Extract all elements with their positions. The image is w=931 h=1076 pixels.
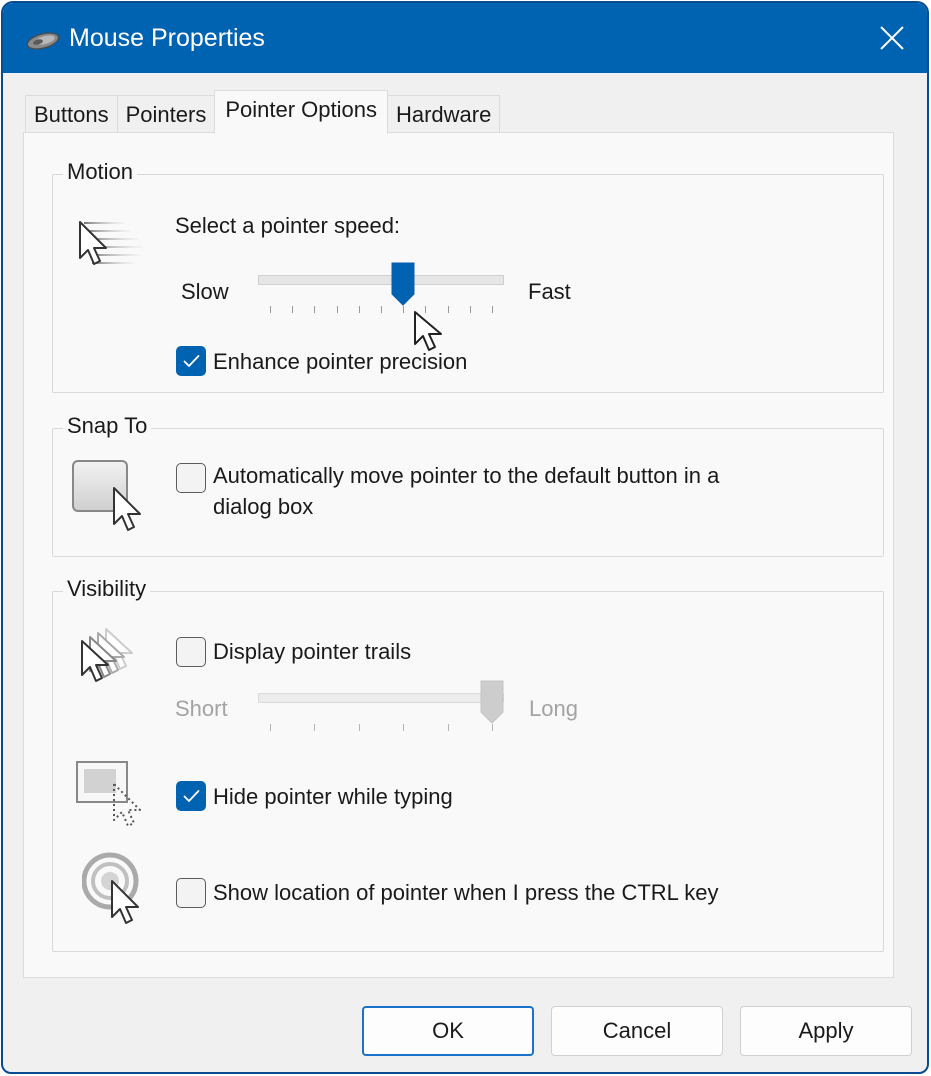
slider-tick xyxy=(492,306,493,313)
slider-thumb[interactable] xyxy=(480,680,504,724)
snap-to-default-label-line2[interactable]: dialog box xyxy=(213,494,313,520)
tab-hardware[interactable]: Hardware xyxy=(386,95,501,133)
motion-group-label: Motion xyxy=(63,159,138,185)
slider-tick xyxy=(358,724,360,731)
window-title: Mouse Properties xyxy=(69,24,265,52)
pointer-speed-slider[interactable] xyxy=(258,262,504,322)
apply-button[interactable]: Apply xyxy=(740,1006,912,1056)
slider-tick xyxy=(447,306,449,313)
pointer-trails-icon xyxy=(81,628,133,682)
slider-tick xyxy=(381,306,382,313)
hide-while-typing-checkbox[interactable] xyxy=(176,781,206,811)
snap-to-default-label-line1[interactable]: Automatically move pointer to the defaul… xyxy=(213,463,719,489)
pointer-trails-track xyxy=(258,693,504,703)
pointer-trails-slider[interactable] xyxy=(258,680,504,740)
enhance-precision-checkbox[interactable] xyxy=(176,346,206,376)
slider-tick xyxy=(270,724,271,731)
visibility-group-label: Visibility xyxy=(63,576,151,602)
slider-tick xyxy=(314,306,316,313)
short-label: Short xyxy=(175,696,228,721)
slider-thumb[interactable] xyxy=(391,262,415,306)
slider-tick xyxy=(314,724,316,731)
tab-pointer-options[interactable]: Pointer Options xyxy=(214,90,388,134)
show-location-ctrl-label[interactable]: Show location of pointer when I press th… xyxy=(213,880,718,906)
slider-tick xyxy=(403,724,405,731)
hide-pointer-icon xyxy=(76,761,141,827)
pointer-speed-track xyxy=(258,275,504,285)
hide-while-typing-label[interactable]: Hide pointer while typing xyxy=(213,784,453,810)
ok-button[interactable]: OK xyxy=(362,1006,534,1056)
checkmark-icon xyxy=(183,790,200,802)
pointer-speed-icon xyxy=(79,221,142,265)
close-icon xyxy=(880,26,904,50)
snap-to-icon xyxy=(72,460,141,531)
mouse-properties-dialog: Mouse Properties Buttons Pointers Pointe… xyxy=(1,1,929,1074)
fast-label: Fast xyxy=(528,279,571,304)
checkmark-icon xyxy=(183,355,200,367)
snap-to-default-checkbox[interactable] xyxy=(176,463,206,493)
slider-tick xyxy=(292,306,294,313)
mouse-icon xyxy=(26,32,60,50)
show-location-ctrl-checkbox[interactable] xyxy=(176,878,206,908)
slider-tick xyxy=(403,306,405,313)
slider-tick xyxy=(425,306,427,313)
show-location-icon xyxy=(82,852,139,924)
display-trails-label[interactable]: Display pointer trails xyxy=(213,639,411,665)
title-bar: Mouse Properties xyxy=(3,3,927,73)
cancel-button[interactable]: Cancel xyxy=(551,1006,723,1056)
slider-tick xyxy=(336,306,338,313)
enhance-precision-label[interactable]: Enhance pointer precision xyxy=(213,349,467,375)
slider-tick xyxy=(469,306,471,313)
snap-to-group: Snap To xyxy=(52,413,884,557)
tab-pointers[interactable]: Pointers xyxy=(116,95,216,133)
slider-tick xyxy=(358,306,360,313)
slider-tick xyxy=(270,306,271,313)
display-trails-checkbox[interactable] xyxy=(176,637,206,667)
pointer-options-panel: Motion Select a pointer speed: Slow Fast… xyxy=(23,132,894,978)
tab-strip: Buttons Pointers Pointer Options Hardwar… xyxy=(25,90,501,134)
slider-tick xyxy=(447,724,449,731)
pointer-speed-label: Select a pointer speed: xyxy=(175,213,401,238)
close-button[interactable] xyxy=(857,3,927,73)
slow-label: Slow xyxy=(181,279,229,304)
long-label: Long xyxy=(529,696,578,721)
tab-buttons[interactable]: Buttons xyxy=(25,95,118,133)
slider-tick xyxy=(492,724,493,731)
snap-to-group-label: Snap To xyxy=(63,413,152,439)
